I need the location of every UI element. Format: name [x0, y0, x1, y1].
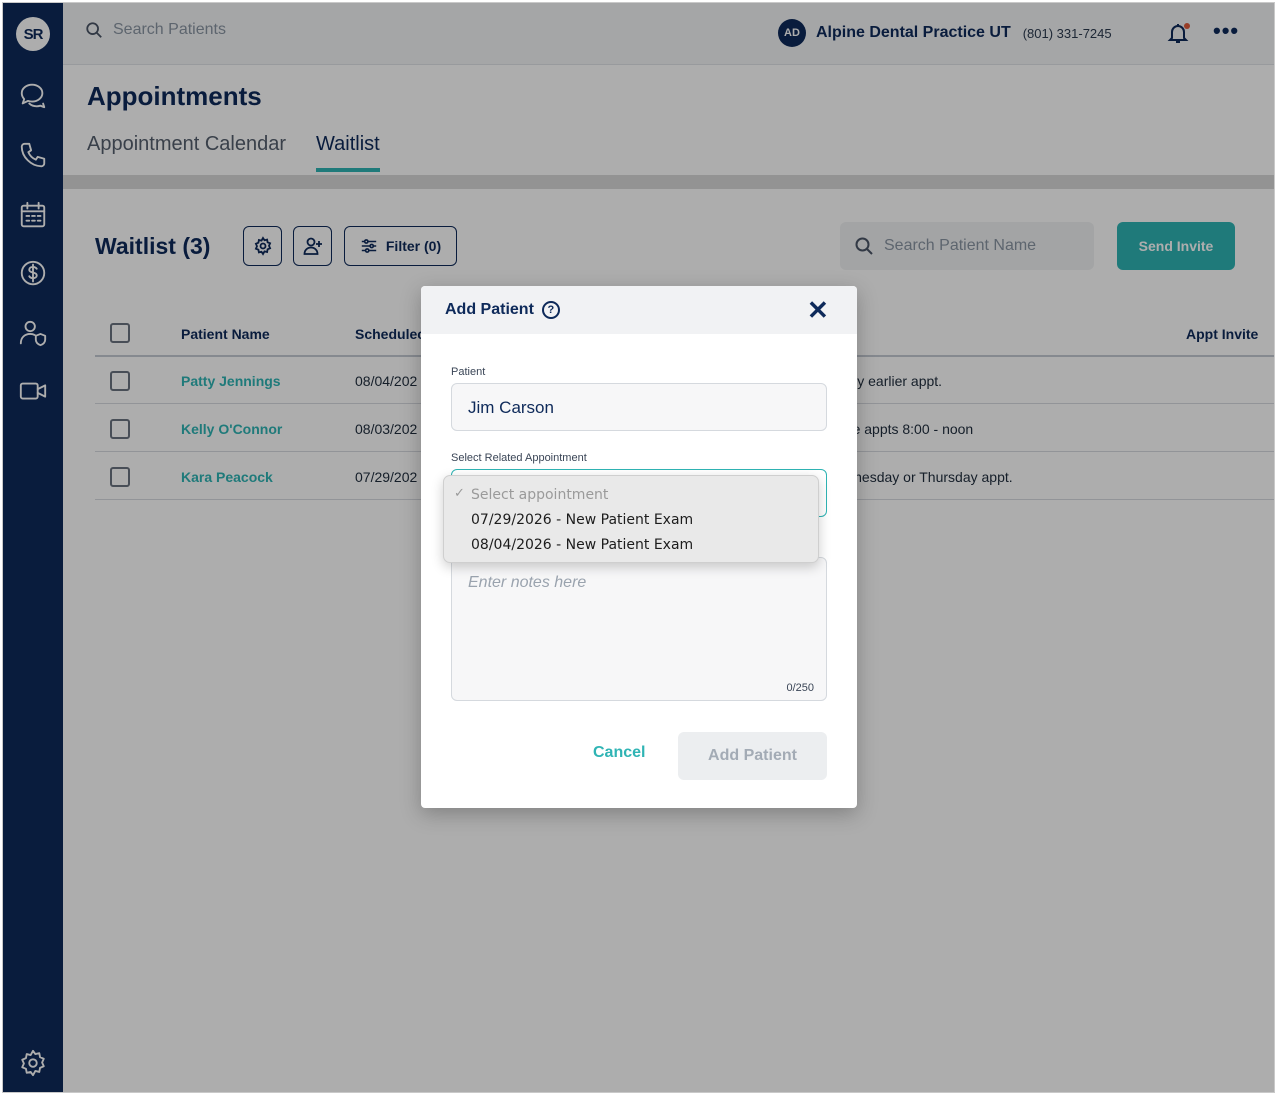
dropdown-option-placeholder[interactable]: ✓ Select appointment [444, 484, 818, 509]
add-patient-submit-button[interactable]: Add Patient [678, 732, 827, 780]
close-icon[interactable]: ✕ [807, 297, 829, 323]
patient-label: Patient [451, 366, 486, 378]
dropdown-option-label: Select appointment [471, 487, 609, 503]
dropdown-option-label: 07/29/2026 - New Patient Exam [471, 512, 694, 528]
modal-title-text: Add Patient [445, 301, 534, 318]
modal-title: Add Patient ? [445, 301, 560, 319]
notes-placeholder: Enter notes here [468, 574, 587, 591]
dropdown-option-label: 08/04/2026 - New Patient Exam [471, 537, 694, 553]
notes-char-counter: 0/250 [786, 682, 814, 694]
modal-header: Add Patient ? ✕ [421, 286, 857, 334]
check-icon: ✓ [454, 486, 465, 501]
help-icon[interactable]: ? [541, 301, 560, 319]
notes-textarea[interactable]: Enter notes here 0/250 [451, 557, 827, 701]
cancel-button[interactable]: Cancel [593, 744, 645, 762]
related-appointment-label: Select Related Appointment [451, 452, 587, 464]
patient-value: Jim Carson [468, 398, 554, 417]
dropdown-option[interactable]: 08/04/2026 - New Patient Exam [444, 534, 818, 559]
patient-field[interactable]: Jim Carson [451, 383, 827, 431]
app-window: SR Search Patients AD Alpine Dental Prac… [2, 2, 1275, 1093]
appointment-dropdown-menu: ✓ Select appointment 07/29/2026 - New Pa… [443, 475, 819, 563]
dropdown-option[interactable]: 07/29/2026 - New Patient Exam [444, 509, 818, 534]
